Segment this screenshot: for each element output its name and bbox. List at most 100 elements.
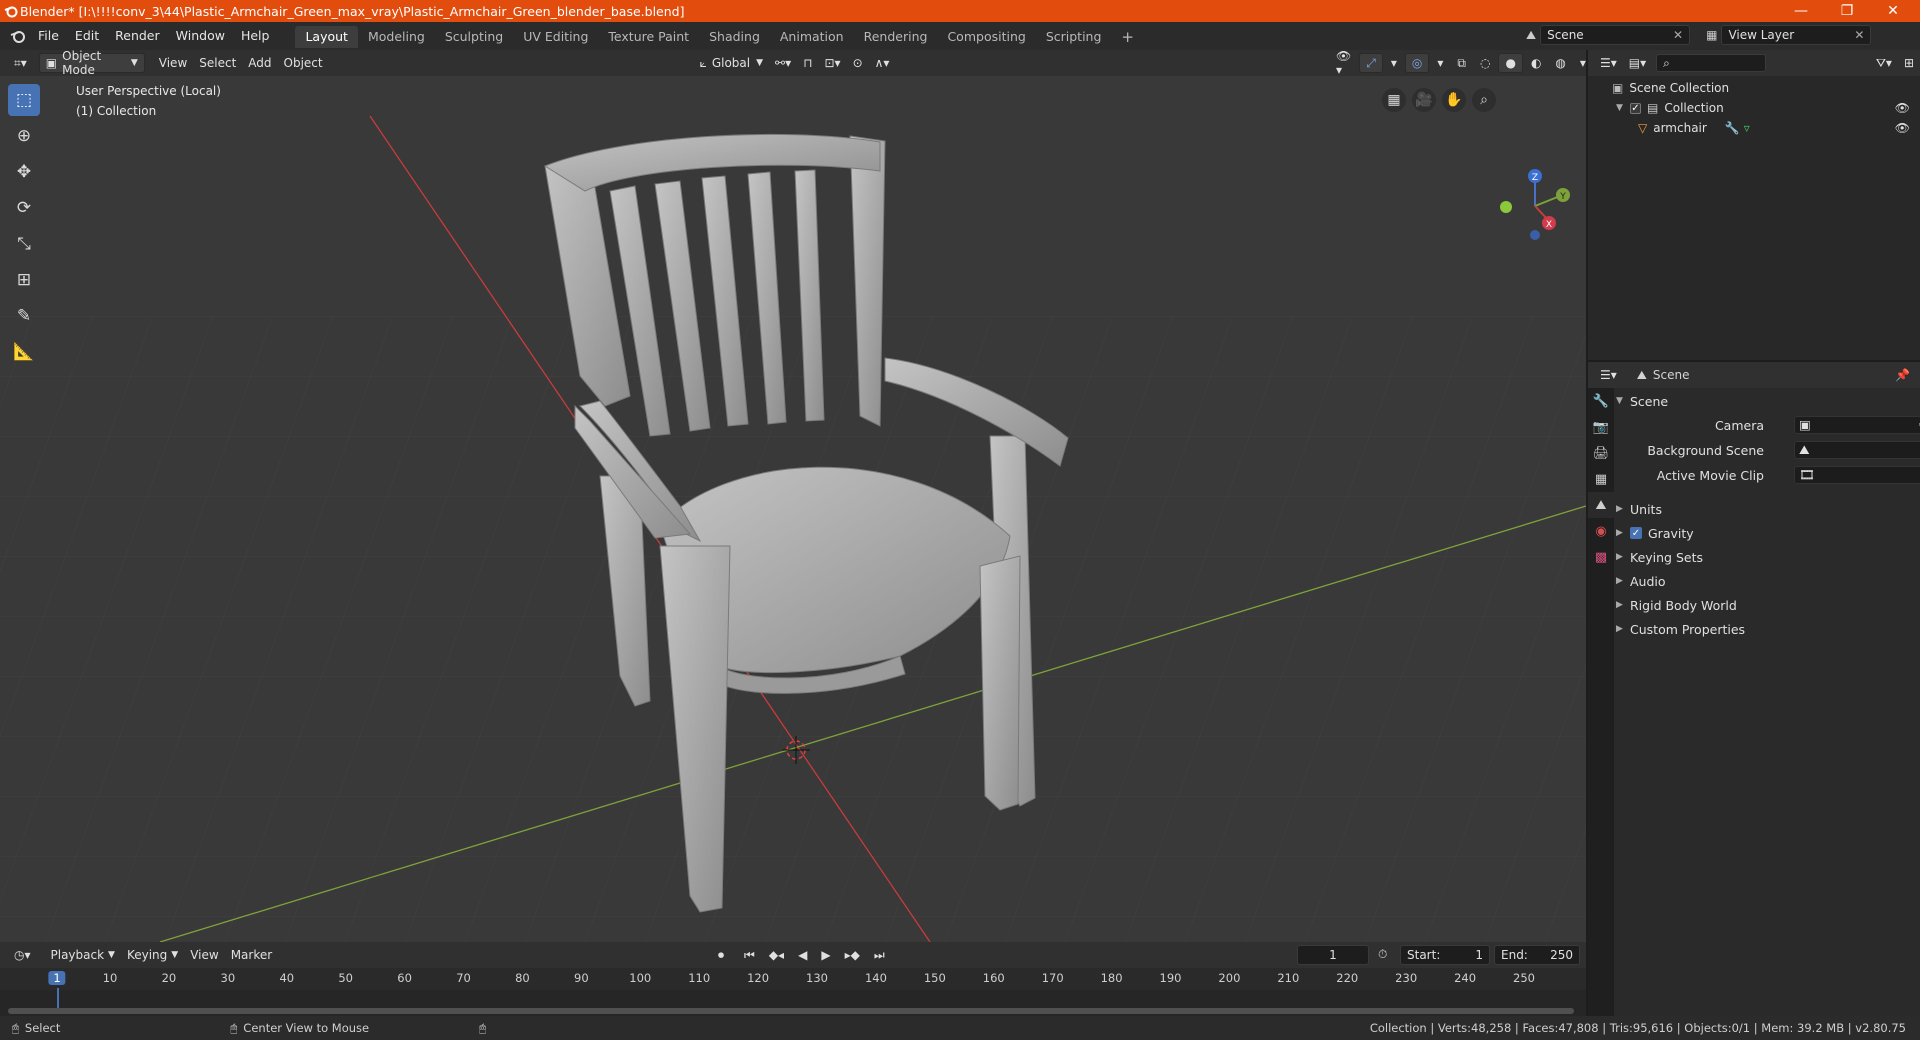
background-scene-field[interactable]: ⛰ xyxy=(1794,441,1920,459)
maximize-button[interactable]: ❐ xyxy=(1824,0,1870,22)
tab-texture-paint[interactable]: Texture Paint xyxy=(598,26,699,48)
material-shading-icon[interactable]: ◐ xyxy=(1525,53,1547,73)
menu-keying[interactable]: Keying ▼ xyxy=(121,945,184,965)
new-collection-icon[interactable]: ⊞ xyxy=(1898,53,1920,73)
timeline-scrollbar[interactable] xyxy=(8,1008,1574,1014)
3d-viewport[interactable]: Z Y X User Perspective (Local) (1) Colle… xyxy=(0,76,1586,942)
annotate-tool-icon[interactable]: ✎ xyxy=(8,300,40,332)
cursor-tool-icon[interactable]: ⊕ xyxy=(8,120,40,152)
snap-icon[interactable]: ⊓ xyxy=(797,53,818,73)
measure-tool-icon[interactable]: 📐 xyxy=(8,336,40,368)
menu-playback[interactable]: Playback ▼ xyxy=(45,945,121,965)
view-layer-icon[interactable]: ▦ xyxy=(1706,28,1717,42)
collection-checkbox[interactable]: ✓ xyxy=(1630,102,1641,114)
menu-edit[interactable]: Edit xyxy=(67,22,107,50)
gravity-checkbox[interactable]: ✓ xyxy=(1630,527,1642,539)
add-workspace-button[interactable]: + xyxy=(1111,26,1144,48)
end-frame-field[interactable]: End: 250 xyxy=(1494,945,1580,965)
output-tab-icon[interactable]: 🖨 xyxy=(1588,440,1614,466)
tool-tab-icon[interactable]: 🔧 xyxy=(1588,388,1614,414)
filter-icon[interactable]: ⛛▾ xyxy=(1870,53,1898,73)
frame-ruler[interactable]: 1 10 20 30 40 50 60 70 80 90 100 110 120 130 140 150 160… xyxy=(0,968,1586,990)
audio-section[interactable]: ▶ Audio xyxy=(1616,570,1920,592)
menu-select[interactable]: Select xyxy=(193,53,242,73)
viewport-canvas[interactable]: Z Y X xyxy=(0,76,1586,942)
jump-start-icon[interactable]: ⏮ xyxy=(738,945,761,965)
tab-sculpting[interactable]: Sculpting xyxy=(435,26,513,48)
menu-view[interactable]: View xyxy=(153,53,193,73)
transform-tool-icon[interactable]: ⊞ xyxy=(8,264,40,296)
move-tool-icon[interactable]: ✥ xyxy=(8,156,40,188)
display-mode-icon[interactable]: ▤▾ xyxy=(1623,53,1652,73)
scene-selector[interactable]: Scene ✕ xyxy=(1540,25,1691,45)
world-tab-icon[interactable]: ◉ xyxy=(1588,518,1614,544)
camera-field[interactable]: ▣✒ xyxy=(1794,416,1920,434)
menu-help[interactable]: Help xyxy=(233,22,278,50)
properties-editor-type-icon[interactable]: ☰▾ xyxy=(1594,365,1623,385)
overlay-dropdown-icon[interactable]: ▾ xyxy=(1431,53,1449,73)
solid-shading-icon[interactable]: ● xyxy=(1498,53,1523,73)
timeline-body[interactable]: 1 10 20 30 40 50 60 70 80 90 100 110 120 130 140 150 160… xyxy=(0,968,1586,1016)
outliner-row-armchair[interactable]: ▽ armchair 🔧 ▿ 👁 xyxy=(1588,118,1920,138)
proportional-edit-icon[interactable]: ⊙ xyxy=(847,53,869,73)
scene-icon[interactable]: ⛰ xyxy=(1526,28,1536,43)
rendered-shading-icon[interactable]: ◍ xyxy=(1549,53,1571,73)
eye-icon[interactable]: 👁 xyxy=(1895,121,1910,135)
menu-file[interactable]: File xyxy=(30,22,67,50)
custom-properties-section[interactable]: ▶ Custom Properties xyxy=(1616,618,1920,640)
mode-selector[interactable]: ▣ Object Mode ▼ xyxy=(38,49,145,77)
tab-rendering[interactable]: Rendering xyxy=(854,26,938,48)
scale-tool-icon[interactable]: ⤡ xyxy=(8,228,40,260)
transform-orientation-selector[interactable]: ⟀ Global ▼ xyxy=(694,53,769,73)
current-frame-field[interactable]: 1 xyxy=(1297,945,1369,965)
outliner-row-collection[interactable]: ▼ ✓ ▤ Collection 👁 xyxy=(1588,98,1920,118)
gizmo-dropdown-icon[interactable]: ▾ xyxy=(1385,53,1403,73)
camera-view-icon[interactable]: 🎥 xyxy=(1412,88,1436,112)
rotate-tool-icon[interactable]: ⟳ xyxy=(8,192,40,224)
outliner-row-scene-collection[interactable]: ▣ Scene Collection xyxy=(1588,78,1920,98)
tab-animation[interactable]: Animation xyxy=(770,26,854,48)
movie-clip-field[interactable]: 🎞 xyxy=(1794,466,1920,484)
blender-menu-icon[interactable] xyxy=(10,28,26,44)
snap-target-icon[interactable]: ⊡▾ xyxy=(818,53,846,73)
menu-render[interactable]: Render xyxy=(107,22,168,50)
keying-sets-section[interactable]: ▶ Keying Sets xyxy=(1616,546,1920,568)
menu-object[interactable]: Object xyxy=(278,53,329,73)
wireframe-shading-icon[interactable]: ◌ xyxy=(1474,53,1496,73)
jump-keyframe-back-icon[interactable]: ◆◂ xyxy=(763,945,790,965)
pin-icon[interactable]: 📌 xyxy=(1895,368,1910,382)
mesh-data-icon[interactable]: ▿ xyxy=(1744,121,1750,135)
outliner-search-input[interactable]: ⌕ xyxy=(1656,54,1767,72)
scene-tab-icon[interactable]: ⛰ xyxy=(1588,492,1614,518)
gravity-section[interactable]: ▶ ✓ Gravity xyxy=(1616,522,1920,544)
modifier-wrench-icon[interactable]: 🔧 xyxy=(1725,121,1740,135)
tab-uv-editing[interactable]: UV Editing xyxy=(513,26,598,48)
close-icon[interactable]: ✕ xyxy=(1673,28,1683,42)
tab-shading[interactable]: Shading xyxy=(699,26,770,48)
pivot-icon[interactable]: ⚯▾ xyxy=(769,53,797,73)
overlay-toggle-icon[interactable]: ◎ xyxy=(1404,53,1430,73)
texture-tab-icon[interactable]: ▩ xyxy=(1588,544,1614,570)
expand-triangle-icon[interactable]: ▼ xyxy=(1616,103,1630,113)
menu-marker[interactable]: Marker xyxy=(225,945,278,965)
falloff-icon[interactable]: ∧▾ xyxy=(869,53,896,73)
menu-timeline-view[interactable]: View xyxy=(184,945,224,965)
tab-scripting[interactable]: Scripting xyxy=(1036,26,1112,48)
zoom-icon[interactable]: ⌕ xyxy=(1472,88,1496,112)
minimize-button[interactable]: — xyxy=(1778,0,1824,22)
close-icon[interactable]: ✕ xyxy=(1854,28,1864,42)
close-button[interactable]: ✕ xyxy=(1870,0,1916,22)
playhead-line[interactable] xyxy=(57,988,59,1008)
stopwatch-icon[interactable]: ⏱ xyxy=(1378,947,1387,962)
current-frame-marker[interactable]: 1 xyxy=(48,971,66,985)
start-frame-field[interactable]: Start: 1 xyxy=(1400,945,1490,965)
menu-window[interactable]: Window xyxy=(168,22,233,50)
eye-icon[interactable]: 👁 xyxy=(1895,101,1910,115)
play-reverse-icon[interactable]: ◀ xyxy=(792,945,813,965)
menu-add[interactable]: Add xyxy=(242,53,277,73)
tab-compositing[interactable]: Compositing xyxy=(937,26,1035,48)
tab-modeling[interactable]: Modeling xyxy=(358,26,435,48)
jump-end-icon[interactable]: ⏭ xyxy=(868,945,891,965)
units-section[interactable]: ▶ Units xyxy=(1616,498,1920,520)
rigid-body-world-section[interactable]: ▶ Rigid Body World xyxy=(1616,594,1920,616)
